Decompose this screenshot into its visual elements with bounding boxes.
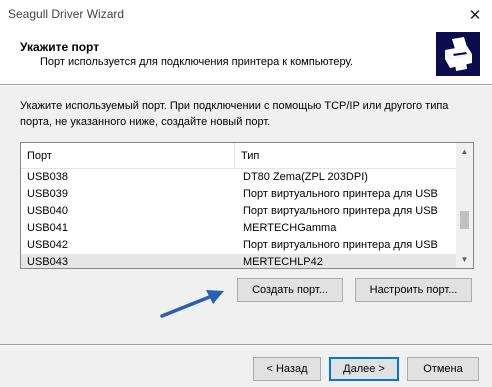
list-item[interactable]: USB038 DT80 Zema(ZPL 203DPI): [21, 169, 457, 186]
port-list[interactable]: Порт Тип USB038 DT80 Zema(ZPL 203DPI) US…: [20, 142, 474, 269]
instruction-text: Укажите используемый порт. При подключен…: [20, 100, 449, 128]
back-button[interactable]: < Назад: [253, 357, 321, 381]
port-list-header: Порт Тип: [21, 143, 457, 169]
window-title: Seagull Driver Wizard: [8, 7, 125, 21]
page-title: Укажите порт: [20, 40, 100, 54]
header-separator: [0, 84, 492, 86]
port-type: DT80 Zema(ZPL 203DPI): [243, 171, 368, 183]
chevron-down-icon[interactable]: ▼: [456, 251, 473, 268]
port-type: Порт виртуального принтера для USB: [243, 239, 438, 251]
list-item[interactable]: USB040 Порт виртуального принтера для US…: [21, 203, 457, 220]
cancel-button[interactable]: Отмена: [407, 357, 479, 381]
footer-separator: [0, 344, 492, 346]
printer-icon: [436, 32, 480, 76]
port-name: USB042: [27, 239, 68, 251]
vertical-scrollbar[interactable]: ▲ ▼: [456, 143, 473, 268]
port-type: MERTECHGamma: [243, 222, 337, 234]
column-header-type[interactable]: Тип: [235, 143, 457, 169]
create-port-button[interactable]: Создать порт...: [237, 278, 343, 302]
port-type: Порт виртуального принтера для USB: [243, 188, 438, 200]
list-item[interactable]: USB041 MERTECHGamma: [21, 220, 457, 237]
close-icon[interactable]: ✕: [464, 5, 486, 25]
port-type: MERTECHLP42: [243, 256, 323, 268]
configure-port-button[interactable]: Настроить порт...: [355, 278, 472, 302]
scrollbar-thumb[interactable]: [460, 211, 469, 229]
port-name: USB038: [27, 171, 68, 183]
column-header-port[interactable]: Порт: [21, 143, 235, 169]
port-name: USB041: [27, 222, 68, 234]
port-name: USB043: [27, 256, 68, 268]
port-name: USB040: [27, 205, 68, 217]
list-item[interactable]: USB042 Порт виртуального принтера для US…: [21, 237, 457, 254]
page-subtitle: Порт используется для подключения принте…: [40, 56, 353, 68]
port-type: Порт виртуального принтера для USB: [243, 205, 438, 217]
next-button[interactable]: Далее >: [329, 357, 399, 381]
chevron-up-icon[interactable]: ▲: [456, 143, 473, 160]
list-item-selected[interactable]: USB043 MERTECHLP42: [21, 254, 457, 268]
wizard-header: Укажите порт Порт используется для подкл…: [0, 30, 492, 84]
arrow-icon: [160, 290, 224, 318]
port-name: USB039: [27, 188, 68, 200]
title-bar: Seagull Driver Wizard ✕: [0, 0, 492, 30]
list-item[interactable]: USB039 Порт виртуального принтера для US…: [21, 186, 457, 203]
port-list-body: USB038 DT80 Zema(ZPL 203DPI) USB039 Порт…: [21, 169, 457, 268]
